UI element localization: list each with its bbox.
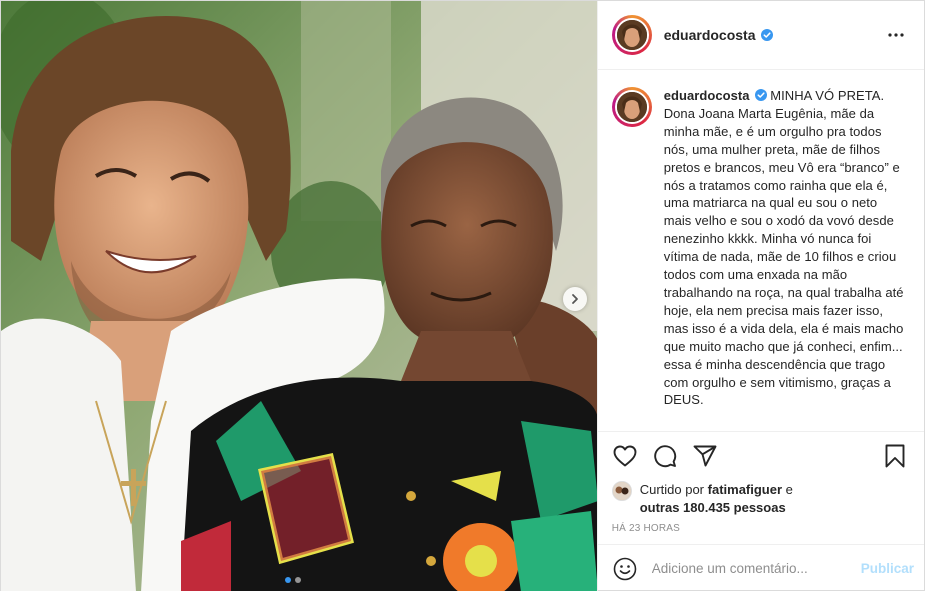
post-header: eduardocosta <box>597 1 924 70</box>
carousel-next-button[interactable] <box>563 287 587 311</box>
caption-avatar[interactable] <box>614 90 649 124</box>
share-button[interactable] <box>692 443 718 469</box>
post-side-panel: eduardocosta eduardocosta MINHA VÓ PRETA… <box>596 1 924 591</box>
carousel-dot-active <box>285 577 291 583</box>
author-avatar-ring[interactable] <box>611 15 652 55</box>
comment-button[interactable] <box>652 443 678 469</box>
caption-body: Dona Joana Marta Eugênia, mãe da minha m… <box>663 105 904 408</box>
liked-by-connector: e <box>785 482 793 497</box>
emoji-icon <box>613 557 637 580</box>
comment-bar: Publicar <box>597 544 924 591</box>
liked-by-prefix: Curtido por <box>639 482 705 497</box>
publish-comment-button[interactable]: Publicar <box>861 561 914 576</box>
post-photo[interactable] <box>1 1 597 591</box>
author-username[interactable]: eduardocosta <box>664 27 756 43</box>
caption-text: eduardocosta MINHA VÓ PRETA. Dona Joana … <box>664 87 908 431</box>
instagram-post: eduardocosta eduardocosta MINHA VÓ PRETA… <box>0 0 925 591</box>
post-timestamp[interactable]: HÁ 23 HORAS <box>612 523 908 534</box>
verified-badge-icon <box>760 29 773 41</box>
heart-icon <box>613 445 637 467</box>
save-button[interactable] <box>882 443 908 469</box>
emoji-button[interactable] <box>612 556 638 582</box>
share-icon <box>693 445 717 467</box>
avatar-image <box>616 20 647 50</box>
carousel-dot <box>295 577 301 583</box>
caption-avatar-ring[interactable] <box>611 87 652 127</box>
liker-avatar[interactable] <box>611 481 632 501</box>
liked-by-others[interactable]: outras 180.435 pessoas <box>640 500 786 515</box>
liked-by-user[interactable]: fatimafiguer <box>708 482 782 497</box>
liker-avatar-image <box>612 482 631 500</box>
comment-input[interactable] <box>651 561 861 576</box>
action-icon-row <box>612 440 908 472</box>
more-options-icon <box>888 33 904 37</box>
author-avatar[interactable] <box>614 18 649 52</box>
likes-summary: Curtido por fatimafiguer e outras 180.43… <box>611 481 908 517</box>
carousel-indicator <box>285 577 301 583</box>
caption-section: eduardocosta MINHA VÓ PRETA. Dona Joana … <box>598 70 924 431</box>
verified-badge-icon <box>754 89 767 101</box>
caption-username[interactable]: eduardocosta <box>664 88 750 103</box>
caption-title: MINHA VÓ PRETA. <box>770 88 885 103</box>
avatar-image <box>616 92 647 122</box>
photo-image <box>1 1 597 591</box>
comment-icon <box>653 445 676 468</box>
more-options-button[interactable] <box>884 23 908 47</box>
likes-text: Curtido por fatimafiguer e outras 180.43… <box>640 481 793 517</box>
chevron-right-icon <box>572 294 578 304</box>
like-button[interactable] <box>612 443 638 469</box>
bookmark-icon <box>885 444 905 468</box>
post-actions: Curtido por fatimafiguer e outras 180.43… <box>597 431 924 544</box>
